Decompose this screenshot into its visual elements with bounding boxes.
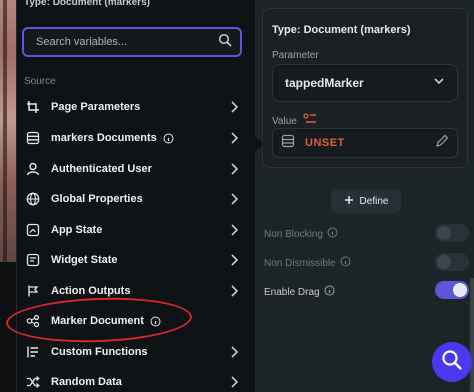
edit-pencil-icon[interactable] [435, 134, 449, 153]
dropdown-pointer [254, 136, 264, 152]
source-item-label: Action Outputs [51, 285, 131, 297]
chevron-right-icon [227, 162, 241, 176]
source-item-markers-documents[interactable]: markers Documents [17, 123, 255, 153]
chevron-right-icon [227, 192, 241, 206]
toggle-knob [437, 255, 451, 269]
non-dismissible-toggle[interactable] [435, 253, 469, 271]
non-dismissible-row: Non Dismissible [264, 256, 351, 270]
page-parameters-icon [25, 99, 41, 115]
globe-icon [25, 191, 41, 207]
documents-icon [25, 130, 41, 146]
non-blocking-label: Non Blocking [264, 228, 323, 240]
define-button[interactable]: Define [331, 189, 401, 213]
picker-type-title: Type: Document (markers) [24, 0, 150, 8]
chevron-right-icon [227, 253, 241, 267]
search-box[interactable] [22, 27, 242, 57]
plus-icon [344, 195, 354, 208]
left-edge-strip [0, 0, 16, 392]
app-state-icon [25, 222, 41, 238]
source-item-app-state[interactable]: App State [17, 215, 255, 245]
chevron-right-icon [227, 131, 241, 145]
chevron-right-icon [227, 375, 241, 389]
search-icon [441, 349, 463, 376]
source-item-global-properties[interactable]: Global Properties [17, 184, 255, 214]
info-icon [340, 256, 351, 270]
panel-edge [470, 278, 474, 392]
source-item-label: Custom Functions [51, 346, 148, 358]
define-button-label: Define [359, 195, 389, 207]
enable-drag-row: Enable Drag [264, 285, 335, 299]
parameter-select[interactable]: tappedMarker [272, 64, 458, 102]
search-fab-button[interactable] [432, 342, 472, 382]
non-blocking-row: Non Blocking [264, 227, 338, 241]
database-icon [281, 134, 295, 153]
value-label: Value [272, 115, 297, 127]
widget-state-icon [25, 252, 41, 268]
source-item-page-parameters[interactable]: Page Parameters [17, 92, 255, 122]
info-icon [163, 133, 174, 144]
toggle-knob [453, 283, 467, 297]
chevron-right-icon [227, 284, 241, 298]
search-input[interactable] [36, 36, 218, 48]
parameter-select-value: tappedMarker [285, 76, 364, 90]
value-unset-text: UNSET [305, 137, 345, 149]
info-icon [327, 227, 338, 241]
background-image [0, 0, 16, 262]
source-item-random-data[interactable]: Random Data [17, 367, 255, 392]
info-icon [324, 285, 335, 299]
non-dismissible-label: Non Dismissible [264, 257, 336, 269]
source-section-label: Source [24, 76, 56, 87]
parameter-label: Parameter [272, 50, 319, 61]
user-icon [25, 161, 41, 177]
source-item-label: Widget State [51, 254, 118, 266]
source-item-label: Random Data [51, 376, 122, 388]
search-icon[interactable] [218, 33, 232, 52]
value-field[interactable]: UNSET [272, 128, 458, 158]
custom-functions-icon [25, 344, 41, 360]
source-item-label: markers Documents [51, 132, 157, 144]
enable-drag-label: Enable Drag [264, 286, 320, 298]
chevron-right-icon [227, 100, 241, 114]
chevron-right-icon [227, 345, 241, 359]
chevron-down-icon [433, 74, 445, 92]
toggle-knob [437, 226, 451, 240]
parameter-type-label: Type: Document (markers) [272, 24, 411, 36]
source-item-custom-functions[interactable]: Custom Functions [17, 337, 255, 367]
source-item-label: Page Parameters [51, 101, 141, 113]
source-item-label: Authenticated User [51, 163, 152, 175]
chevron-right-icon [227, 223, 241, 237]
action-outputs-icon [25, 283, 41, 299]
non-blocking-toggle[interactable] [435, 224, 469, 242]
source-item-authenticated-user[interactable]: Authenticated User [17, 154, 255, 184]
source-item-label: Global Properties [51, 193, 143, 205]
enable-drag-toggle[interactable] [435, 281, 469, 299]
shuffle-icon [25, 374, 41, 390]
source-item-label: App State [51, 224, 103, 236]
source-item-widget-state[interactable]: Widget State [17, 245, 255, 275]
